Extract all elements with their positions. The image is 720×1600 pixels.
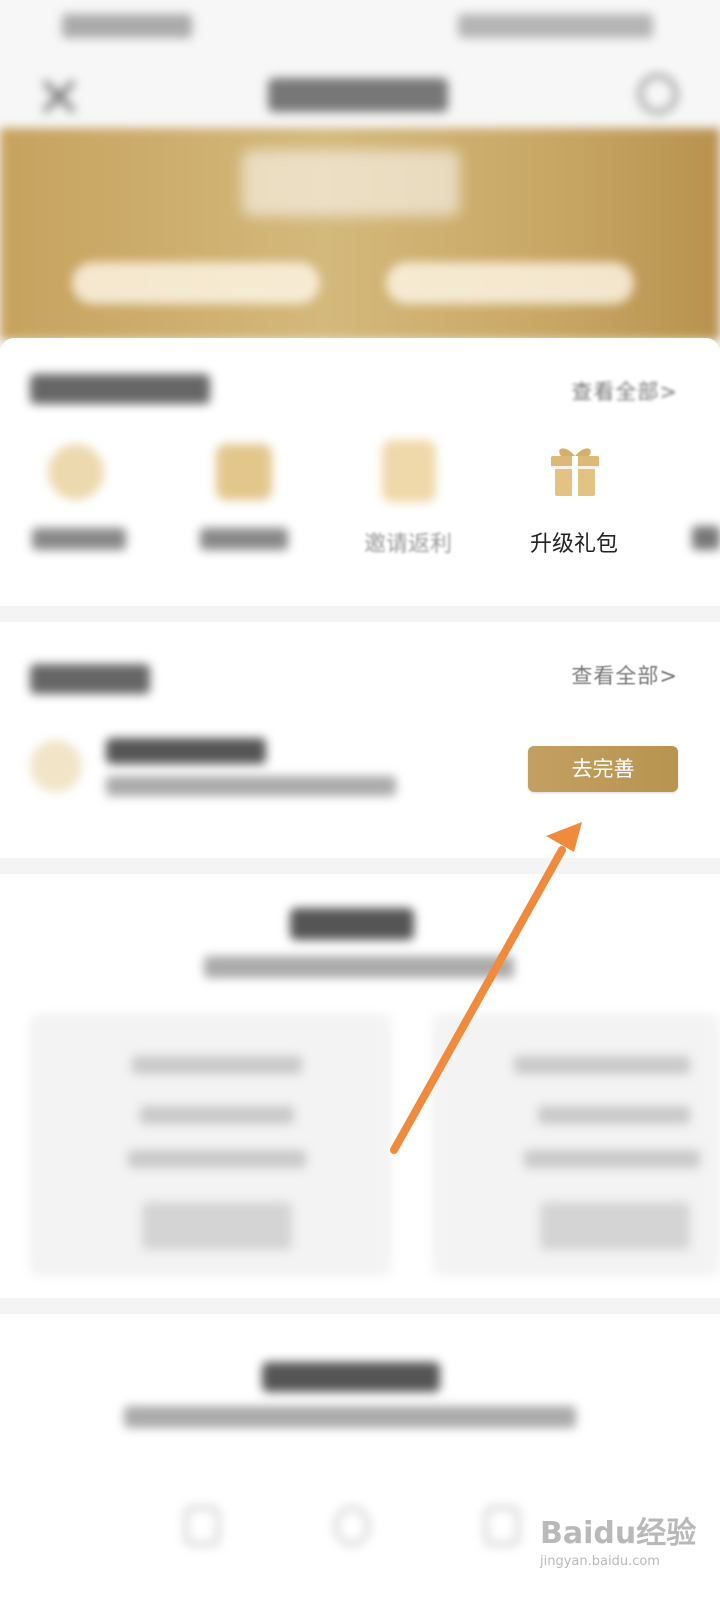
benefits-view-all-link[interactable]: 查看全部> [571, 376, 678, 406]
service-icon-2[interactable] [334, 1506, 370, 1546]
task-icon [30, 740, 82, 792]
gift-option-1-line-3 [128, 1150, 306, 1168]
complete-profile-button[interactable]: 去完善 [528, 746, 678, 792]
monthly-gift-title [290, 908, 414, 940]
upgrade-gift-label: 升级礼包 [530, 532, 619, 557]
invite-rebate-label: 邀请返利 [364, 532, 453, 557]
invite-rebate-icon[interactable] [382, 440, 436, 502]
status-bar-right [458, 14, 653, 38]
task-title [106, 738, 266, 764]
tasks-section-title [30, 664, 150, 694]
task-description [106, 776, 396, 796]
benefit-icon-2[interactable] [216, 444, 272, 500]
benefits-section-title [30, 374, 210, 404]
service-icon-1[interactable] [184, 1506, 220, 1546]
gift-option-2-line-3 [524, 1150, 700, 1168]
benefit-icon-1[interactable] [48, 444, 104, 500]
close-icon[interactable] [36, 74, 80, 118]
benefit-label-5-partial [692, 526, 720, 550]
gift-option-1-button[interactable] [142, 1202, 292, 1250]
status-bar-left [62, 14, 192, 38]
gift-option-2-line-1 [514, 1056, 690, 1074]
benefit-label-2 [200, 528, 288, 550]
gift-option-1-line-2 [140, 1106, 294, 1124]
watermark-url: jingyan.baidu.com [540, 1554, 660, 1569]
benefit-label-1 [32, 528, 126, 550]
watermark-brand: Baidu经验 [540, 1516, 697, 1551]
gift-icon[interactable] [549, 442, 601, 498]
watermark: Baidu经验 jingyan.baidu.com [540, 1494, 710, 1584]
monthly-gift-subtitle [204, 956, 514, 978]
gift-option-2-line-2 [538, 1106, 690, 1124]
gift-option-2-button[interactable] [540, 1202, 690, 1250]
service-subtitle [124, 1406, 576, 1428]
gift-option-1-line-1 [132, 1056, 302, 1074]
page-title [268, 78, 448, 112]
banner-action-right[interactable] [386, 262, 634, 304]
service-title [262, 1362, 440, 1392]
tasks-view-all-link[interactable]: 查看全部> [571, 660, 678, 690]
help-icon[interactable] [638, 74, 678, 114]
service-icon-3[interactable] [484, 1506, 520, 1546]
banner-action-left[interactable] [72, 262, 320, 304]
membership-level-title [242, 150, 460, 216]
